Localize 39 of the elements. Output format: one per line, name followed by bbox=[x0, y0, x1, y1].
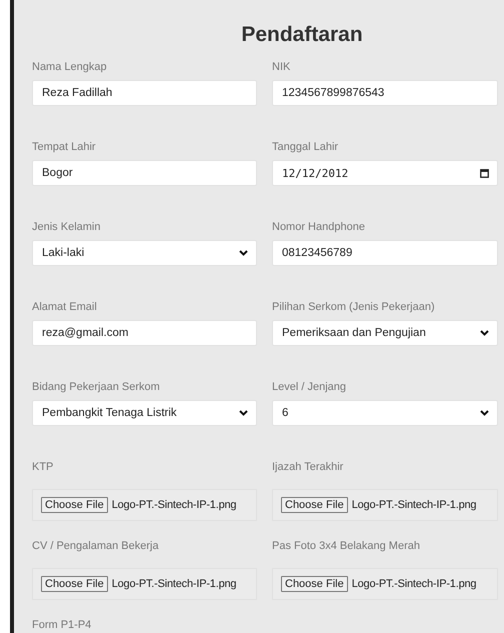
chevron-down-icon bbox=[480, 330, 489, 336]
choose-file-button[interactable]: Choose File bbox=[41, 576, 108, 592]
choose-file-button[interactable]: Choose File bbox=[41, 497, 108, 513]
field-label: Level / Jenjang bbox=[272, 381, 346, 394]
field-label: Bidang Pekerjaan Serkom bbox=[32, 381, 160, 394]
dropdown-field[interactable]: Pemeriksaan dan Pengujian bbox=[272, 320, 498, 346]
calendar-icon[interactable] bbox=[480, 168, 489, 178]
field-label: CV / Pengalaman Bekerja bbox=[32, 540, 159, 553]
field-label: Pilihan Serkom (Jenis Pekerjaan) bbox=[272, 301, 435, 314]
field-label: Pas Foto 3x4 Belakang Merah bbox=[272, 540, 420, 553]
chevron-down-icon bbox=[239, 410, 248, 416]
file-input[interactable]: Choose File Logo-PT.-Sintech-IP-1.png bbox=[272, 489, 498, 521]
field-label: Tanggal Lahir bbox=[272, 141, 338, 154]
choose-file-button[interactable]: Choose File bbox=[281, 497, 348, 513]
field-label: KTP bbox=[32, 461, 54, 474]
file-input[interactable]: Choose File Logo-PT.-Sintech-IP-1.png bbox=[32, 489, 257, 521]
field-label: Ijazah Terakhir bbox=[272, 461, 344, 474]
input-field[interactable]: 1234567899876543 bbox=[272, 80, 498, 106]
chevron-down-icon bbox=[239, 250, 248, 256]
file-input[interactable]: Choose File Logo-PT.-Sintech-IP-1.png bbox=[272, 568, 498, 600]
dropdown-field[interactable]: Laki-laki bbox=[32, 240, 257, 266]
date-field[interactable]: 12/12/2012 bbox=[272, 160, 498, 186]
field-label: NIK bbox=[272, 61, 290, 74]
field-label: Nomor Handphone bbox=[272, 221, 365, 234]
field-label: Form P1-P4 bbox=[32, 619, 92, 632]
choose-file-button[interactable]: Choose File bbox=[281, 576, 348, 592]
field-label: Nama Lengkap bbox=[32, 61, 107, 74]
form-title: Pendaftaran bbox=[240, 22, 364, 48]
input-field[interactable]: Bogor bbox=[32, 160, 257, 186]
file-input[interactable]: Choose File Logo-PT.-Sintech-IP-1.png bbox=[32, 568, 257, 600]
input-field[interactable]: Reza Fadillah bbox=[32, 80, 257, 106]
field-label: Jenis Kelamin bbox=[32, 221, 100, 234]
field-label: Tempat Lahir bbox=[32, 141, 96, 154]
input-field[interactable]: reza@gmail.com bbox=[32, 320, 257, 346]
input-field[interactable]: 08123456789 bbox=[272, 240, 498, 266]
chevron-down-icon bbox=[480, 410, 489, 416]
field-label: Alamat Email bbox=[32, 301, 97, 314]
dropdown-field[interactable]: Pembangkit Tenaga Listrik bbox=[32, 400, 257, 426]
dropdown-field[interactable]: 6 bbox=[272, 400, 498, 426]
